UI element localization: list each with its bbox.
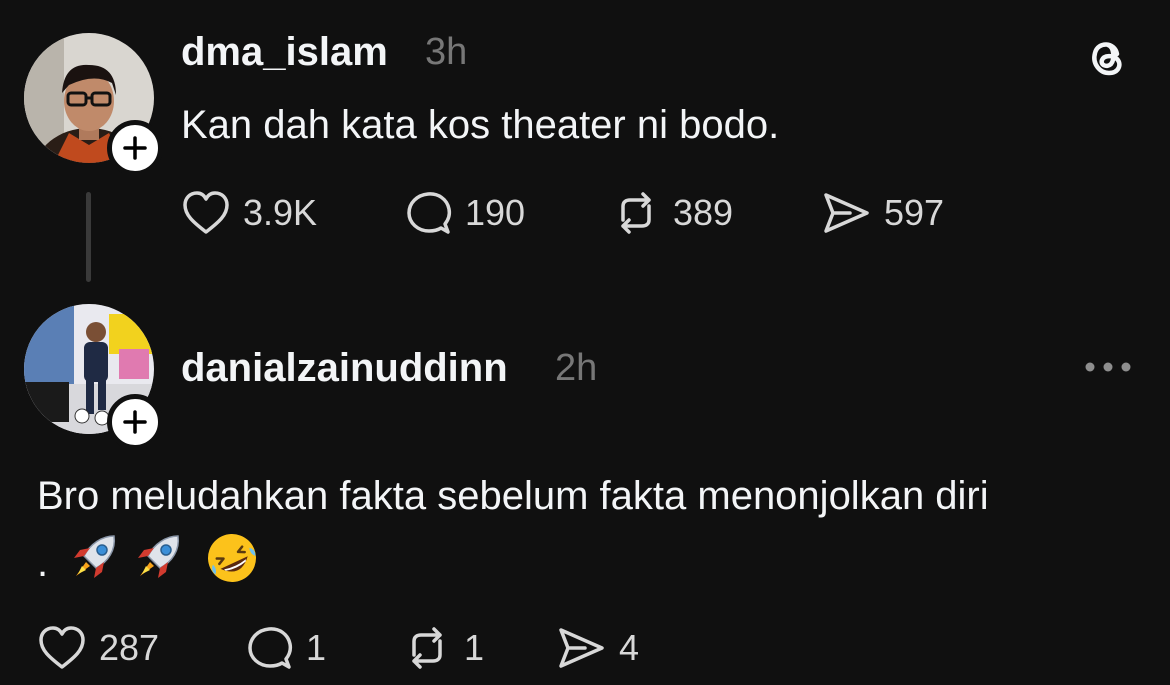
repost-icon bbox=[402, 625, 452, 671]
send-icon bbox=[555, 625, 607, 671]
heart-icon bbox=[181, 190, 231, 236]
repost-count: 1 bbox=[464, 627, 485, 668]
comment-count: 190 bbox=[465, 192, 526, 233]
heart-icon bbox=[37, 625, 87, 671]
comment-button[interactable]: 1 bbox=[246, 625, 326, 671]
post-time: 3h bbox=[425, 31, 468, 73]
rocket-emoji bbox=[66, 530, 122, 586]
comment-bubble-icon bbox=[405, 190, 453, 236]
follow-button[interactable] bbox=[107, 394, 163, 450]
comment-bubble-icon bbox=[246, 625, 294, 671]
repost-button[interactable]: 1 bbox=[402, 625, 484, 671]
share-count: 597 bbox=[884, 192, 945, 233]
share-button[interactable]: 4 bbox=[555, 625, 639, 671]
repost-count: 389 bbox=[673, 192, 734, 233]
post-text-line-1: Bro meludahkan fakta sebelum fakta menon… bbox=[37, 474, 989, 518]
plus-icon bbox=[123, 410, 147, 434]
like-button[interactable]: 287 bbox=[37, 625, 159, 671]
comment-button[interactable]: 190 bbox=[405, 190, 525, 236]
like-button[interactable]: 3.9K bbox=[181, 190, 317, 236]
like-count: 3.9K bbox=[243, 192, 318, 233]
post-text-line-2: . bbox=[37, 530, 260, 586]
username[interactable]: dma_islam bbox=[181, 30, 388, 75]
share-button[interactable]: 597 bbox=[820, 190, 944, 236]
post-text-dot: . bbox=[37, 541, 49, 585]
rolling-laughing-emoji bbox=[204, 530, 260, 586]
post-text: Kan dah kata kos theater ni bodo. bbox=[181, 103, 780, 147]
rocket-emoji bbox=[130, 530, 186, 586]
follow-button[interactable] bbox=[107, 120, 163, 176]
comment-count: 1 bbox=[306, 627, 327, 668]
repost-button[interactable]: 389 bbox=[611, 190, 733, 236]
thread-connector-line bbox=[86, 192, 91, 282]
send-icon bbox=[820, 190, 872, 236]
post-time: 2h bbox=[555, 347, 598, 389]
like-count: 287 bbox=[99, 627, 160, 668]
threads-logo-icon[interactable] bbox=[1084, 33, 1128, 81]
plus-icon bbox=[123, 136, 147, 160]
repost-icon bbox=[611, 190, 661, 236]
username[interactable]: danialzainuddinn bbox=[181, 346, 508, 391]
share-count: 4 bbox=[619, 627, 640, 668]
more-dots-icon[interactable] bbox=[1084, 360, 1132, 374]
